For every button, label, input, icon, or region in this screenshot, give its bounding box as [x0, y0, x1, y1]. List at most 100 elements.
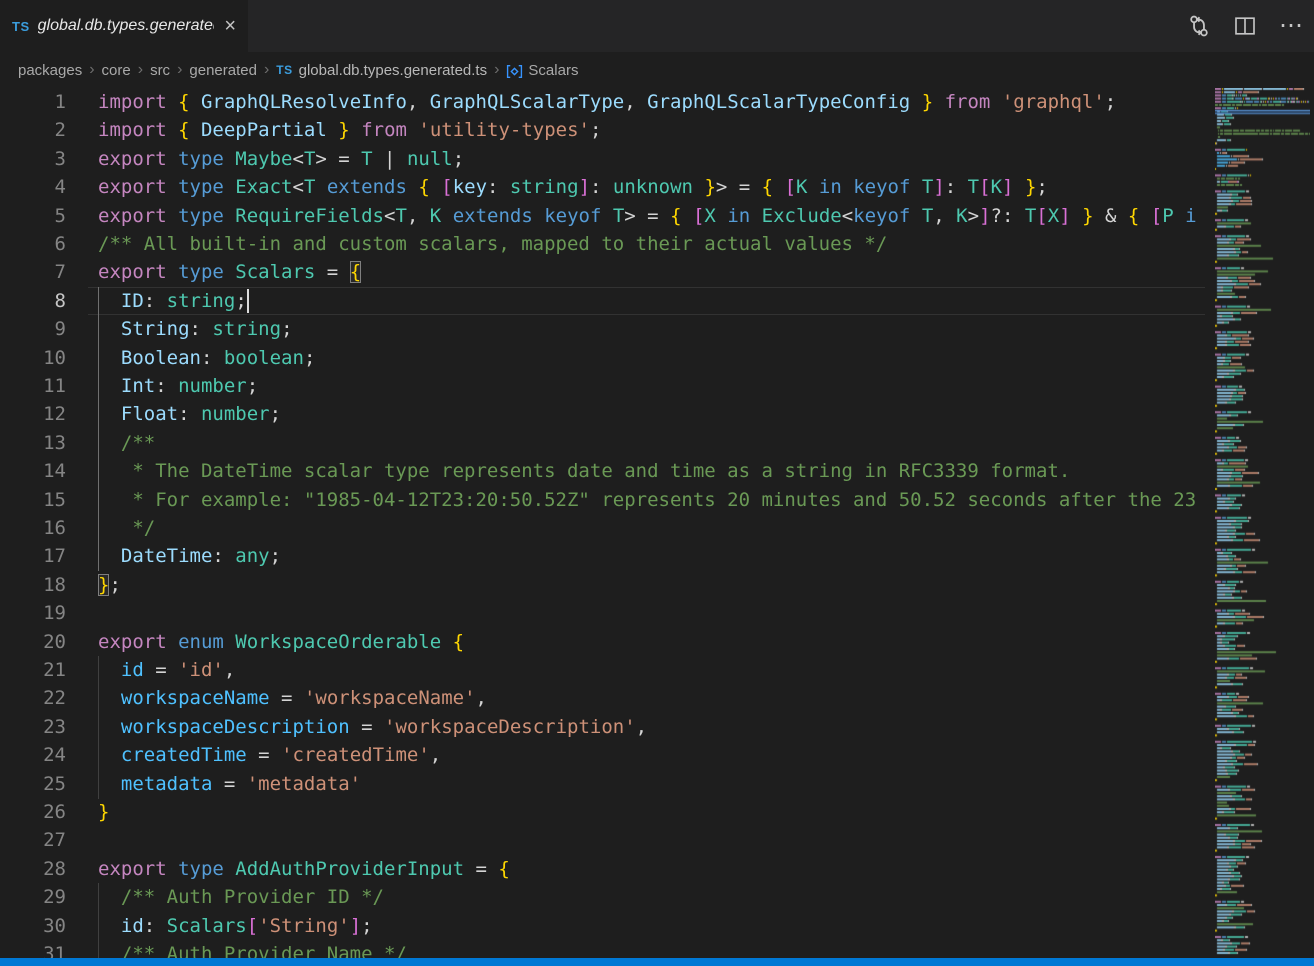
code-token: T [395, 205, 406, 227]
code-line[interactable]: export type AddAuthProviderInput = { [88, 855, 1205, 884]
code-line[interactable]: Boolean: boolean; [88, 344, 1205, 373]
line-number[interactable]: 29 [0, 883, 66, 912]
editor-actions: ⋯ [1186, 0, 1304, 52]
line-number[interactable]: 5 [0, 202, 66, 231]
code-line[interactable]: /** Auth Provider Name */ [88, 940, 1205, 958]
code-token [407, 119, 418, 141]
tab-close-icon[interactable]: × [222, 16, 238, 36]
breadcrumb-item-generated[interactable]: generated [189, 62, 257, 79]
code-token: * For example: "1985-04-12T23:20:50.52Z"… [98, 489, 1196, 511]
code-token [990, 91, 1001, 113]
minimap[interactable] [1215, 88, 1310, 958]
code-line[interactable]: /** [88, 429, 1205, 458]
code-line[interactable]: export enum WorkspaceOrderable { [88, 628, 1205, 657]
code-line[interactable]: /** Auth Provider ID */ [88, 883, 1205, 912]
code-token: WorkspaceOrderable [235, 631, 452, 653]
line-number[interactable]: 20 [0, 628, 66, 657]
breadcrumb-item-symbol[interactable]: Scalars [528, 62, 578, 79]
line-number[interactable]: 7 [0, 258, 66, 287]
line-number[interactable]: 10 [0, 344, 66, 373]
code-line[interactable]: id = 'id', [88, 656, 1205, 685]
line-number[interactable]: 25 [0, 770, 66, 799]
code-token: /** Auth Provider ID */ [121, 886, 384, 908]
code-line[interactable]: String: string; [88, 315, 1205, 344]
code-line[interactable]: Float: number; [88, 400, 1205, 429]
code-line[interactable]: */ [88, 514, 1205, 543]
line-number[interactable]: 12 [0, 400, 66, 429]
line-number[interactable]: 31 [0, 940, 66, 958]
code-line[interactable]: * For example: "1985-04-12T23:20:50.52Z"… [88, 486, 1205, 515]
line-number[interactable]: 27 [0, 826, 66, 855]
line-number[interactable]: 18 [0, 571, 66, 600]
line-number[interactable]: 23 [0, 713, 66, 742]
code-editor[interactable]: 1234567891011121314151617181920212223242… [0, 88, 1314, 958]
code-token: [ [693, 205, 704, 227]
code-line[interactable]: Int: number; [88, 372, 1205, 401]
code-token [98, 375, 121, 397]
code-token: null [407, 148, 453, 170]
breadcrumb-item-packages[interactable]: packages [18, 62, 82, 79]
line-number[interactable]: 4 [0, 173, 66, 202]
code-line[interactable] [88, 826, 1205, 855]
line-number[interactable]: 1 [0, 88, 66, 117]
breadcrumb-item-core[interactable]: core [102, 62, 131, 79]
line-number[interactable]: 14 [0, 457, 66, 486]
code-line[interactable]: export type Maybe<T> = T | null; [88, 145, 1205, 174]
code-token: : [487, 176, 510, 198]
code-line[interactable]: createdTime = 'createdTime', [88, 741, 1205, 770]
line-number[interactable]: 2 [0, 116, 66, 145]
code-token [98, 659, 121, 681]
code-line[interactable]: /** All built-in and custom scalars, map… [88, 230, 1205, 259]
breadcrumb-separator-icon: › [89, 61, 94, 79]
code-token: type [178, 176, 235, 198]
line-number[interactable]: 21 [0, 656, 66, 685]
line-number[interactable]: 6 [0, 230, 66, 259]
tab-bar: TS global.db.types.generated.ts × [0, 0, 1314, 52]
code-token: [ [785, 176, 796, 198]
line-number[interactable]: 30 [0, 912, 66, 941]
code-line[interactable]: import { GraphQLResolveInfo, GraphQLScal… [88, 88, 1205, 117]
line-number[interactable]: 24 [0, 741, 66, 770]
breadcrumb-item-file[interactable]: global.db.types.generated.ts [299, 62, 487, 79]
line-number[interactable]: 3 [0, 145, 66, 174]
code-lines[interactable]: import { GraphQLResolveInfo, GraphQLScal… [88, 88, 1205, 958]
code-line[interactable]: export type Exact<T extends { [key: stri… [88, 173, 1205, 202]
breadcrumb-item-src[interactable]: src [150, 62, 170, 79]
more-actions-icon[interactable]: ⋯ [1278, 13, 1304, 39]
code-line[interactable] [88, 599, 1205, 628]
status-bar[interactable] [0, 958, 1314, 966]
line-number[interactable]: 13 [0, 429, 66, 458]
line-number[interactable]: 16 [0, 514, 66, 543]
code-token: export [98, 261, 178, 283]
code-line[interactable]: workspaceName = 'workspaceName', [88, 684, 1205, 713]
code-line[interactable]: ID: string; [88, 287, 1205, 316]
line-number[interactable]: 26 [0, 798, 66, 827]
line-number[interactable]: 8 [0, 287, 66, 316]
editor-tab[interactable]: TS global.db.types.generated.ts × [0, 0, 248, 52]
code-line[interactable]: workspaceDescription = 'workspaceDescrip… [88, 713, 1205, 742]
line-number[interactable]: 19 [0, 599, 66, 628]
line-number[interactable]: 22 [0, 684, 66, 713]
code-line[interactable]: } [88, 798, 1205, 827]
code-token: type [178, 858, 235, 880]
code-line[interactable]: export type RequireFields<T, K extends k… [88, 202, 1205, 231]
code-line[interactable]: }; [88, 571, 1205, 600]
code-line[interactable]: id: Scalars['String']; [88, 912, 1205, 941]
line-number[interactable]: 9 [0, 315, 66, 344]
code-token [98, 318, 121, 340]
line-number[interactable]: 11 [0, 372, 66, 401]
code-token: K [430, 205, 441, 227]
code-line[interactable]: DateTime: any; [88, 542, 1205, 571]
code-line[interactable]: * The DateTime scalar type represents da… [88, 457, 1205, 486]
split-editor-icon[interactable] [1232, 13, 1258, 39]
line-number[interactable]: 28 [0, 855, 66, 884]
code-line[interactable]: metadata = 'metadata' [88, 770, 1205, 799]
code-token: ] [933, 176, 944, 198]
code-line[interactable]: import { DeepPartial } from 'utility-typ… [88, 116, 1205, 145]
line-number[interactable]: 17 [0, 542, 66, 571]
code-token: , [407, 91, 430, 113]
code-line[interactable]: export type Scalars = { [88, 258, 1205, 287]
line-number[interactable]: 15 [0, 486, 66, 515]
code-token: T [361, 148, 372, 170]
open-changes-icon[interactable] [1186, 13, 1212, 39]
